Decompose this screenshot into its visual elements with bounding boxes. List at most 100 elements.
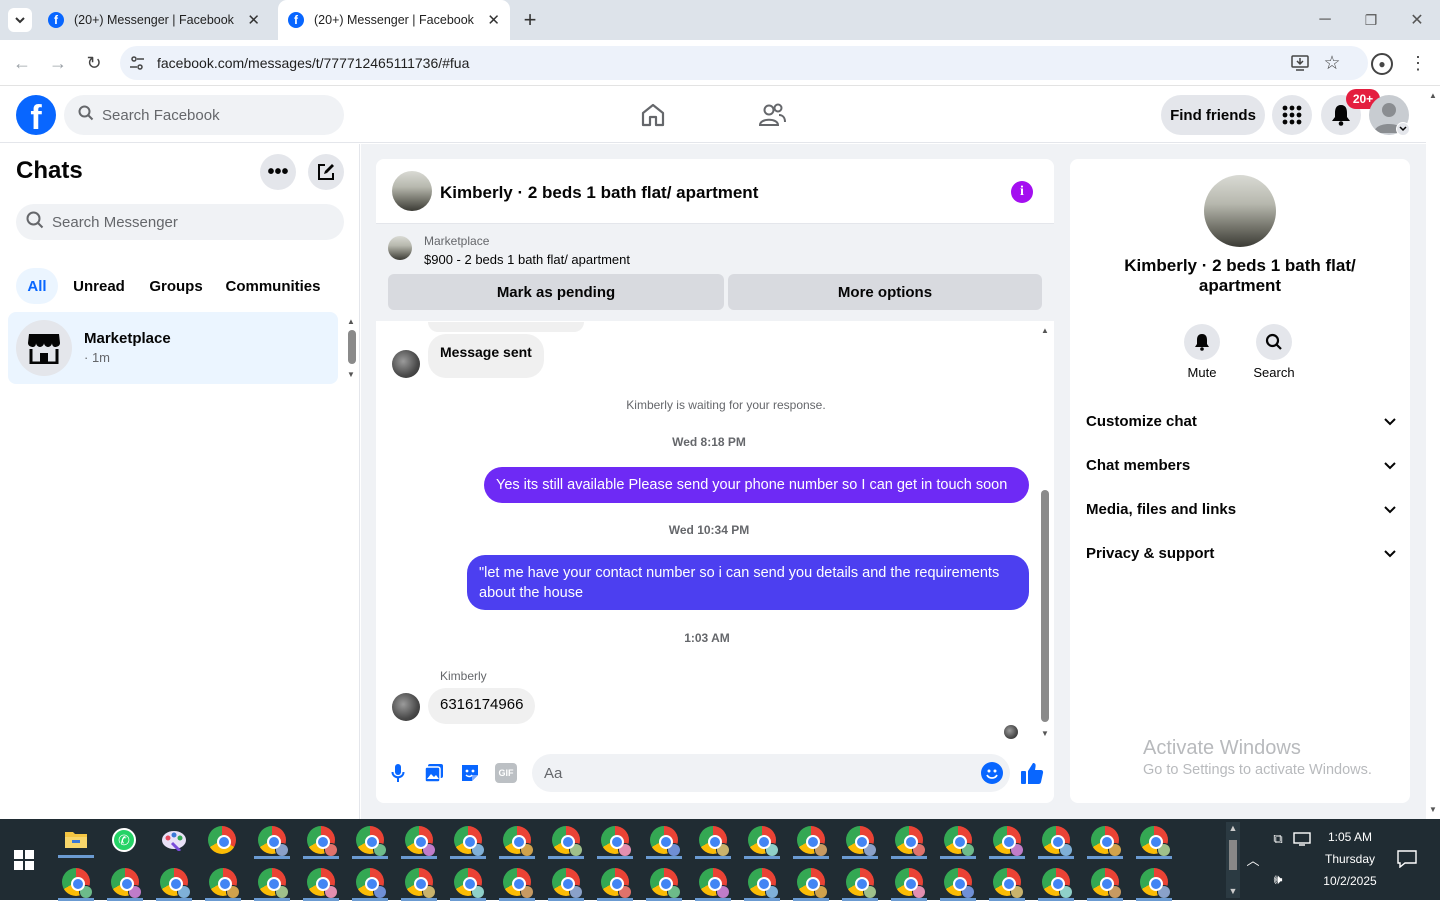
chrome-profile-window-icon[interactable] <box>307 826 338 857</box>
chrome-profile-window-icon[interactable] <box>699 868 730 899</box>
filter-tab-all[interactable]: All <box>16 268 58 304</box>
search-conversation-icon[interactable] <box>1256 324 1292 360</box>
taskbar-date[interactable]: 10/2/2025 <box>1320 874 1380 888</box>
tab-list-chevron-icon[interactable] <box>8 8 32 32</box>
restore-window-icon[interactable]: ❐ <box>1356 6 1386 34</box>
chrome-profile-window-icon[interactable] <box>1042 868 1073 899</box>
forward-arrow-icon[interactable]: → <box>46 52 70 74</box>
mark-as-pending-button[interactable]: Mark as pending <box>388 274 724 310</box>
taskbar-scroll-down-icon[interactable]: ▼ <box>1227 885 1239 897</box>
chrome-profile-window-icon[interactable] <box>62 868 93 899</box>
attach-photo-icon[interactable] <box>423 762 445 784</box>
chrome-profile-window-icon[interactable] <box>1042 826 1073 857</box>
chrome-profile-window-icon[interactable] <box>160 868 191 899</box>
section-media-files-links[interactable]: Media, files and links <box>1086 497 1396 521</box>
sender-avatar[interactable] <box>392 350 420 378</box>
network-icon[interactable] <box>1292 830 1312 848</box>
chrome-profile-window-icon[interactable] <box>1140 826 1171 857</box>
outgoing-message-2[interactable]: "let me have your contact number so i ca… <box>467 555 1029 610</box>
home-icon[interactable] <box>638 100 668 130</box>
like-thumbs-up-icon[interactable] <box>1019 760 1045 786</box>
listing-title[interactable]: $900 - 2 beds 1 bath flat/ apartment <box>424 252 630 267</box>
minimize-window-icon[interactable]: ─ <box>1310 6 1340 34</box>
chrome-profile-window-icon[interactable] <box>258 826 289 857</box>
chrome-profile-window-icon[interactable] <box>454 826 485 857</box>
chrome-profile-window-icon[interactable] <box>1140 868 1171 899</box>
close-window-icon[interactable]: ✕ <box>1402 6 1432 34</box>
page-scroll-down-icon[interactable]: ▼ <box>1428 804 1438 814</box>
chrome-profile-window-icon[interactable] <box>307 868 338 899</box>
chrome-icon[interactable] <box>208 826 236 854</box>
chatlist-scroll-up-icon[interactable]: ▲ <box>346 316 356 326</box>
chrome-profile-window-icon[interactable] <box>258 868 289 899</box>
menu-grid-icon[interactable] <box>1272 95 1312 135</box>
chrome-profile-window-icon[interactable] <box>1091 868 1122 899</box>
chrome-profile-window-icon[interactable] <box>993 868 1024 899</box>
chrome-profile-window-icon[interactable] <box>111 868 142 899</box>
taskbar-scroll-thumb[interactable] <box>1229 840 1237 870</box>
chrome-profile-window-icon[interactable] <box>993 826 1024 857</box>
find-friends-button[interactable]: Find friends <box>1161 95 1265 135</box>
conversation-avatar[interactable] <box>392 171 432 211</box>
meet-now-icon[interactable]: ⧉ <box>1268 830 1288 848</box>
tray-overflow-chevron-icon[interactable]: ︿ <box>1244 850 1262 868</box>
whatsapp-icon[interactable]: ✆ <box>112 828 136 852</box>
section-customize-chat[interactable]: Customize chat <box>1086 409 1396 433</box>
chrome-profile-window-icon[interactable] <box>748 868 779 899</box>
chrome-profile-window-icon[interactable] <box>356 826 387 857</box>
conversation-info-icon[interactable]: i <box>1011 181 1033 203</box>
microphone-icon[interactable] <box>388 761 408 785</box>
action-center-notification-icon[interactable] <box>1396 848 1418 870</box>
chrome-profile-window-icon[interactable] <box>895 868 926 899</box>
reload-icon[interactable]: ↻ <box>82 52 106 74</box>
paint-app-icon[interactable] <box>160 828 188 852</box>
chrome-profile-window-icon[interactable] <box>503 868 534 899</box>
chrome-profile-window-icon[interactable] <box>552 826 583 857</box>
mute-bell-icon[interactable] <box>1184 324 1220 360</box>
incoming-message-phone[interactable]: 6316174966 <box>428 688 536 724</box>
filter-tab-groups[interactable]: Groups <box>142 268 210 304</box>
chrome-profile-window-icon[interactable] <box>846 868 877 899</box>
emoji-icon[interactable] <box>981 762 1003 784</box>
account-chevron-icon[interactable] <box>1396 122 1410 136</box>
browser-menu-icon[interactable]: ⋮ <box>1408 52 1428 74</box>
messages-scroll-down-icon[interactable]: ▼ <box>1040 728 1050 738</box>
browser-tab-1[interactable]: f (20+) Messenger | Facebook ✕ <box>38 0 270 40</box>
browser-tab-2[interactable]: f (20+) Messenger | Facebook ✕ <box>278 0 510 40</box>
sticker-icon[interactable] <box>459 762 481 784</box>
chrome-profile-window-icon[interactable] <box>748 826 779 857</box>
conversation-title[interactable]: Kimberly · 2 beds 1 bath flat/ apartment <box>440 183 758 203</box>
facebook-search-field[interactable]: Search Facebook <box>64 95 344 135</box>
chrome-profile-window-icon[interactable] <box>944 868 975 899</box>
messenger-search-field[interactable]: Search Messenger <box>16 204 344 240</box>
new-tab-plus-icon[interactable]: + <box>518 7 542 32</box>
gif-icon[interactable]: GIF <box>495 763 517 783</box>
new-message-compose-icon[interactable] <box>308 154 344 190</box>
chrome-profile-window-icon[interactable] <box>650 868 681 899</box>
install-app-icon[interactable] <box>1290 53 1310 73</box>
volume-icon[interactable]: 🕪 <box>1268 870 1288 888</box>
chrome-profile-window-icon[interactable] <box>650 826 681 857</box>
chrome-profile-window-icon[interactable] <box>797 826 828 857</box>
chatlist-scrollbar-thumb[interactable] <box>348 330 356 364</box>
listing-thumbnail[interactable] <box>388 236 412 260</box>
chrome-profile-window-icon[interactable] <box>601 826 632 857</box>
taskbar-time[interactable]: 1:05 AM <box>1320 830 1380 844</box>
back-arrow-icon[interactable]: ← <box>10 52 34 74</box>
taskbar-scroll-up-icon[interactable]: ▲ <box>1227 822 1239 834</box>
messages-scroll-up-icon[interactable]: ▲ <box>1040 325 1050 335</box>
chrome-profile-window-icon[interactable] <box>895 826 926 857</box>
chrome-profile-window-icon[interactable] <box>1091 826 1122 857</box>
windows-start-icon[interactable] <box>12 848 36 872</box>
message-composer-input[interactable]: Aa <box>532 754 1010 792</box>
taskbar-day[interactable]: Thursday <box>1320 852 1380 866</box>
close-tab-icon[interactable]: ✕ <box>487 11 500 29</box>
chrome-profile-window-icon[interactable] <box>356 868 387 899</box>
chrome-profile-window-icon[interactable] <box>503 826 534 857</box>
info-avatar[interactable] <box>1204 175 1276 247</box>
chat-options-more-icon[interactable]: ••• <box>260 154 296 190</box>
chrome-profile-window-icon[interactable] <box>601 868 632 899</box>
bookmark-star-icon[interactable]: ☆ <box>1322 52 1342 74</box>
chrome-profile-window-icon[interactable] <box>552 868 583 899</box>
chrome-profile-window-icon[interactable] <box>797 868 828 899</box>
